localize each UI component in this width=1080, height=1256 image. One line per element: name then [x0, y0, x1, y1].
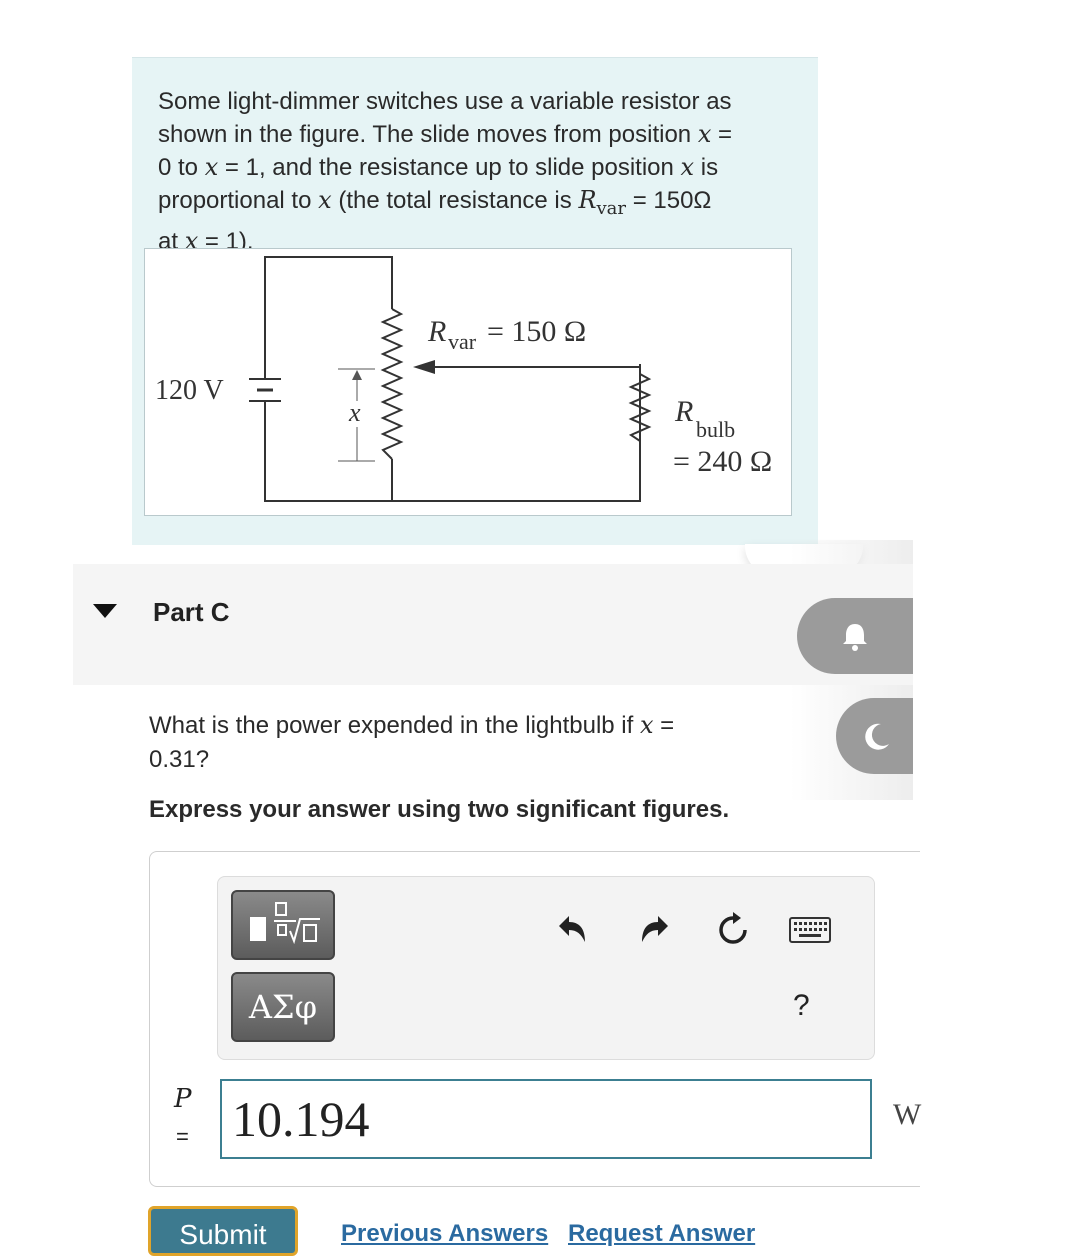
rvar-value: = 150 Ω — [487, 315, 586, 348]
templates-button[interactable] — [231, 890, 335, 960]
notification-button[interactable] — [797, 598, 913, 674]
problem-line: proportional to — [158, 187, 319, 214]
question-line: 0.31? — [149, 746, 210, 773]
circuit-diagram: 120 V x R var = 150 Ω R bulb = 240 Ω — [155, 256, 772, 502]
math-var: x — [639, 711, 654, 739]
undo-button[interactable] — [551, 908, 595, 952]
problem-line: (the total resistance is — [331, 187, 579, 214]
math-sub: var — [596, 197, 627, 219]
problem-line: Some light-dimmer switches use a variabl… — [158, 88, 732, 115]
reset-button[interactable] — [711, 908, 755, 952]
math-var: x — [318, 186, 332, 214]
part-header[interactable]: Part C — [73, 564, 913, 685]
problem-line: = 150Ω — [626, 187, 712, 214]
previous-answers-link[interactable]: Previous Answers — [341, 1220, 548, 1248]
circuit-figure: 120 V x R var = 150 Ω R bulb = 240 Ω — [144, 248, 792, 516]
problem-line: is — [694, 154, 719, 181]
math-var: x — [697, 120, 712, 148]
templates-icon — [250, 902, 320, 945]
question-line: What is the power expended in the lightb… — [149, 712, 640, 739]
rbulb-subscript: bulb — [696, 417, 735, 442]
answer-input[interactable]: 10.194 — [220, 1079, 872, 1159]
rvar-symbol: R — [427, 315, 446, 348]
keyboard-button[interactable] — [788, 908, 832, 952]
bell-icon — [843, 624, 867, 651]
math-toolbar: ΑΣφ ? — [217, 876, 875, 1060]
problem-text: Some light-dimmer switches use a variabl… — [158, 86, 798, 258]
dimension-arrow — [352, 370, 362, 380]
math-var: R — [578, 186, 597, 214]
rbulb-symbol: R — [674, 395, 693, 428]
question-text: What is the power expended in the lightb… — [149, 708, 789, 777]
rvar-subscript: var — [448, 329, 477, 354]
slider-wire — [421, 364, 641, 368]
units-label: W — [893, 1098, 922, 1131]
keyboard-icon — [789, 917, 831, 943]
x-label: x — [348, 398, 361, 427]
wire — [264, 401, 393, 502]
problem-line: = 1, and the resistance up to slide posi… — [218, 154, 681, 181]
dark-mode-button[interactable] — [836, 698, 913, 774]
collapse-arrow-icon[interactable] — [93, 604, 117, 618]
answer-equals: = — [176, 1124, 189, 1149]
part-title: Part C — [153, 597, 230, 627]
help-button[interactable]: ? — [793, 989, 810, 1023]
math-var: x — [680, 153, 695, 181]
redo-button[interactable] — [632, 908, 676, 952]
problem-line: = — [711, 121, 733, 148]
question-line: = — [653, 712, 675, 739]
wire — [392, 364, 641, 502]
request-answer-link[interactable]: Request Answer — [568, 1220, 755, 1248]
answer-panel: ΑΣφ ? P = 10.194 — [149, 851, 920, 1187]
reset-icon — [719, 912, 747, 944]
wire — [264, 256, 393, 379]
answer-variable: P — [174, 1084, 192, 1114]
problem-line: shown in the figure. The slide moves fro… — [158, 121, 698, 148]
rbulb-value: = 240 Ω — [673, 445, 772, 478]
redo-icon — [642, 916, 668, 942]
submit-button[interactable]: Submit — [148, 1206, 298, 1256]
instruction-text: Express your answer using two significan… — [149, 796, 730, 823]
slider-arrowhead — [413, 360, 435, 374]
moon-icon — [864, 723, 889, 750]
greek-symbols-button[interactable]: ΑΣφ — [231, 972, 335, 1042]
bulb-resistor — [628, 373, 652, 442]
battery-label: 120 V — [155, 375, 224, 406]
problem-statement: Some light-dimmer switches use a variabl… — [132, 57, 818, 545]
problem-line: 0 to — [158, 154, 205, 181]
undo-icon — [559, 916, 585, 942]
math-var: x — [204, 153, 219, 181]
variable-resistor — [380, 308, 404, 460]
